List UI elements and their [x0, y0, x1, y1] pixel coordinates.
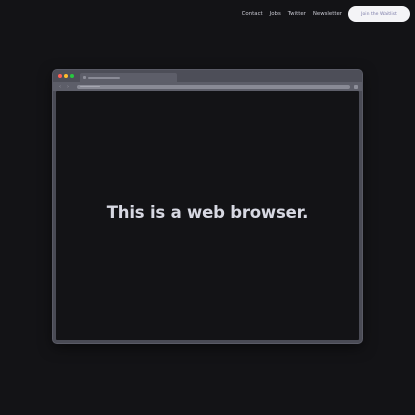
- browser-tab: [80, 73, 177, 82]
- maximize-window-icon: [70, 74, 75, 79]
- landing-page: Contact Jobs Twitter Newsletter Join the…: [0, 0, 415, 415]
- browser-toolbar: ‹ ›: [53, 82, 362, 91]
- close-window-icon: [58, 74, 63, 79]
- address-placeholder: [80, 85, 100, 88]
- nav-link-jobs[interactable]: Jobs: [270, 6, 281, 22]
- forward-arrow-icon: ›: [67, 83, 69, 90]
- browser-titlebar: [53, 70, 362, 82]
- address-bar: [77, 84, 350, 89]
- top-navigation: Contact Jobs Twitter Newsletter Join the…: [242, 6, 410, 22]
- minimize-window-icon: [64, 74, 69, 79]
- nav-link-newsletter[interactable]: Newsletter: [313, 6, 342, 22]
- browser-viewport: This is a web browser.: [56, 91, 359, 340]
- viewport-headline: This is a web browser.: [106, 202, 309, 222]
- favicon-icon: [83, 76, 86, 79]
- menu-icon: [354, 84, 358, 89]
- back-arrow-icon: ‹: [59, 83, 61, 90]
- nav-link-twitter[interactable]: Twitter: [288, 6, 306, 22]
- nav-link-contact[interactable]: Contact: [242, 6, 263, 22]
- browser-mockup: ‹ › This is a web browser.: [53, 70, 362, 343]
- join-waitlist-button[interactable]: Join the Waitlist: [348, 6, 410, 22]
- tab-title-placeholder: [88, 76, 120, 79]
